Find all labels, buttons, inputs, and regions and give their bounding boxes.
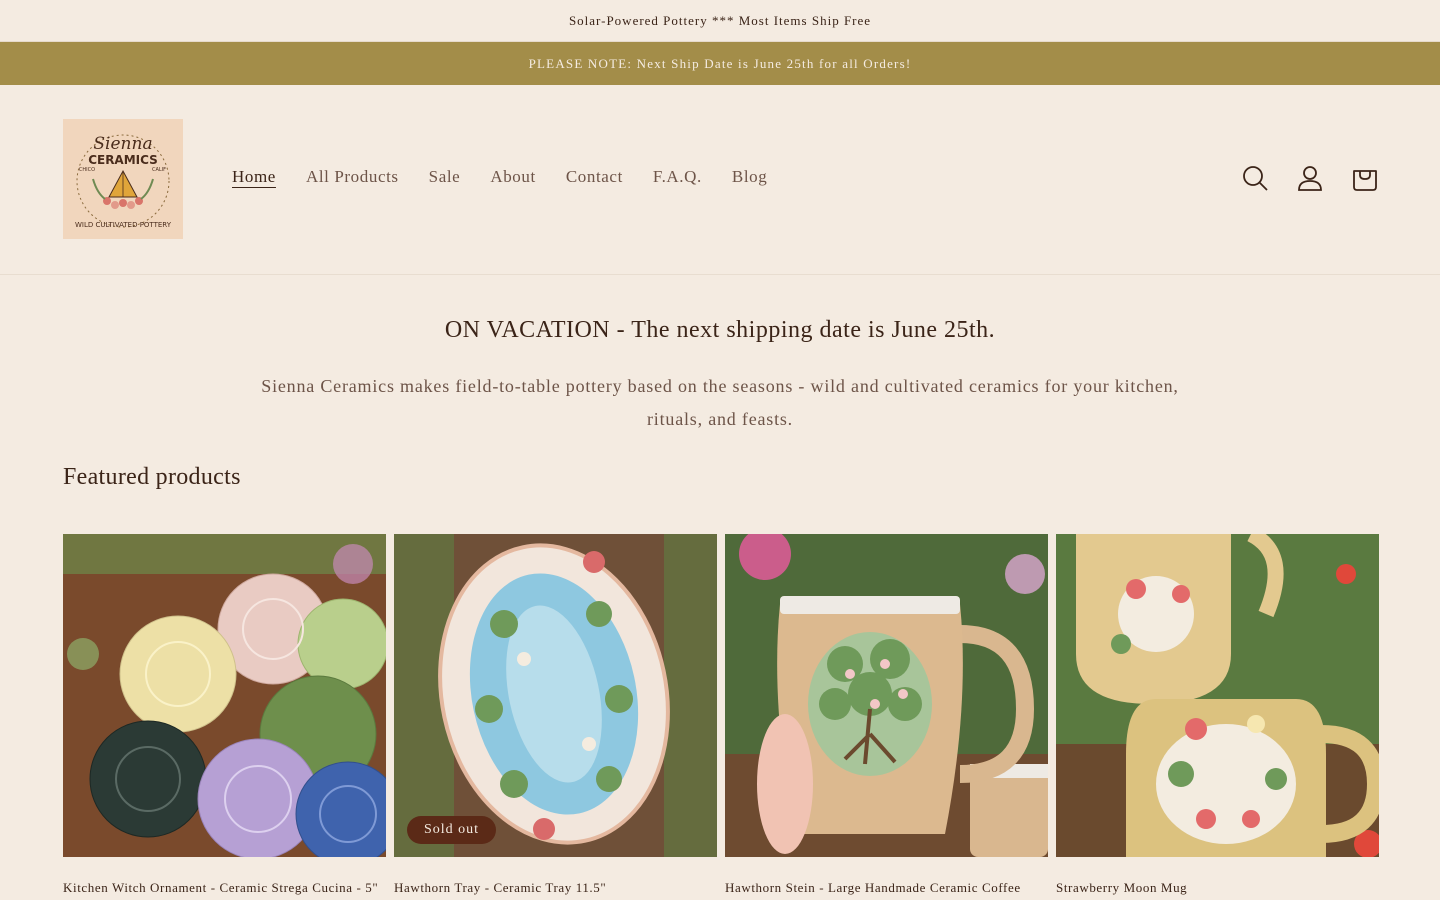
search-icon [1243,166,1268,191]
nav-sale[interactable]: Sale [429,167,461,187]
nav-contact[interactable]: Contact [566,167,623,187]
site-header: Sienna CERAMICS CHICO CALIF WILD CULTIVA… [0,85,1440,275]
logo-text-chico: CHICO [79,167,95,173]
product-image-hawthorn-stein[interactable] [725,534,1048,857]
announcement-text: Solar-Powered Pottery *** Most Items Shi… [568,12,872,28]
featured-products-grid: Kitchen Witch Ornament - Ceramic Strega … [63,534,1379,900]
vacation-heading: ON VACATION - The next shipping date is … [444,317,996,343]
logo-text-calif: CALIF [152,167,166,173]
logo-text-sienna: Sienna [93,134,152,154]
nav-about[interactable]: About [490,167,536,187]
header-icons [1240,163,1380,193]
product-card-kitchen-witch-ornament[interactable]: Kitchen Witch Ornament - Ceramic Strega … [63,534,386,900]
nav-home[interactable]: Home [232,167,276,187]
vacation-banner: ON VACATION - The next shipping date is … [0,275,1440,436]
product-image-hawthorn-tray[interactable]: Sold out [394,534,717,857]
ship-date-notice-bar: PLEASE NOTE: Next Ship Date is June 25th… [0,42,1440,85]
cart-icon [1353,170,1377,191]
product-title[interactable]: Strawberry Moon Mug [1056,879,1379,897]
nav-faq[interactable]: F.A.Q. [653,167,702,187]
sienna-ceramics-logo[interactable]: Sienna CERAMICS CHICO CALIF WILD CULTIVA… [63,119,183,239]
account-button[interactable] [1295,163,1325,193]
main-navigation: Home All Products Sale About Contact F.A… [232,167,797,187]
nav-all-products[interactable]: All Products [306,167,399,187]
announcement-bar: Solar-Powered Pottery *** Most Items Shi… [0,0,1440,42]
product-title[interactable]: Hawthorn Tray - Ceramic Tray 11.5" [394,879,717,897]
logo-illustration: Sienna CERAMICS CHICO CALIF WILD CULTIVA… [75,134,172,229]
logo-text-ring: WILD CULTIVATED POTTERY [75,221,172,229]
product-image-ornaments[interactable] [63,534,386,857]
product-card-strawberry-moon-mug[interactable]: Strawberry Moon Mug [1056,534,1379,900]
nav-blog[interactable]: Blog [732,167,767,187]
account-icon [1298,166,1322,191]
featured-products-title: Featured products [63,464,241,490]
brand-description: Sienna Ceramics makes field-to-table pot… [261,376,1179,429]
product-card-hawthorn-tray[interactable]: Sold out Hawthorn Tray - Ceramic Tray 11… [394,534,717,900]
ship-date-notice-text: PLEASE NOTE: Next Ship Date is June 25th… [528,55,912,71]
product-image-strawberry-moon-mug[interactable] [1056,534,1379,857]
logo-text-ceramics: CERAMICS [88,153,158,167]
product-card-hawthorn-stein[interactable]: Hawthorn Stein - Large Handmade Ceramic … [725,534,1048,900]
sold-out-badge: Sold out [407,816,497,844]
product-title[interactable]: Hawthorn Stein - Large Handmade Ceramic … [725,879,1048,900]
search-button[interactable] [1240,163,1270,193]
product-title[interactable]: Kitchen Witch Ornament - Ceramic Strega … [63,879,386,897]
cart-button[interactable] [1350,163,1380,193]
